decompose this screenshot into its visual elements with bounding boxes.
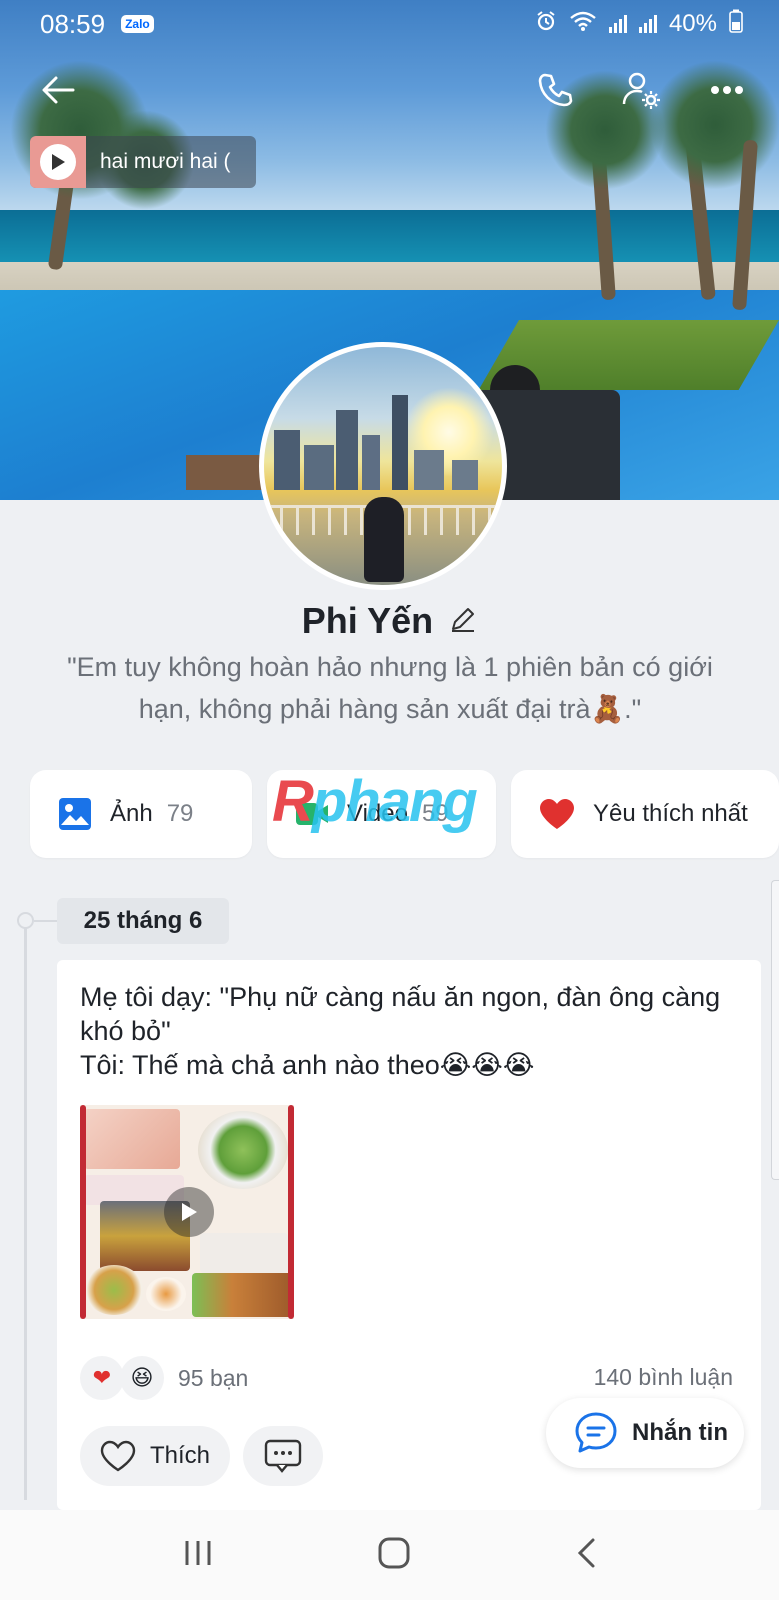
scrollbar[interactable] xyxy=(771,880,779,1180)
profile-name-row: Phi Yến xyxy=(0,600,779,642)
thumbnail-photo xyxy=(198,1111,288,1189)
recent-apps-icon xyxy=(185,1540,210,1565)
timeline-date: 25 tháng 6 xyxy=(57,898,229,944)
profile-avatar[interactable] xyxy=(259,342,507,590)
system-nav-bar xyxy=(0,1510,779,1600)
avatar-building xyxy=(274,430,300,490)
status-icons: 40% xyxy=(535,9,743,40)
comment-count[interactable]: 140 bình luận xyxy=(594,1364,733,1391)
home-icon xyxy=(378,1537,409,1568)
thumbnail-photo xyxy=(192,1273,292,1317)
play-icon xyxy=(182,1203,197,1221)
avatar-building xyxy=(336,410,358,490)
post-text: Mẹ tôi dạy: "Phụ nữ càng nấu ăn ngon, đà… xyxy=(80,980,740,1082)
post-video-thumbnail[interactable] xyxy=(80,1105,294,1319)
video-play-button[interactable] xyxy=(164,1187,214,1237)
thumbnail-border xyxy=(80,1105,86,1319)
edit-name-button[interactable] xyxy=(449,605,477,638)
thumbnail-photo xyxy=(84,1265,144,1315)
cover-sea xyxy=(0,210,779,270)
signal-icon xyxy=(608,15,627,33)
avatar-building xyxy=(414,450,444,490)
avatar-building xyxy=(392,395,408,490)
send-message-button[interactable]: Nhắn tin xyxy=(546,1398,744,1468)
signal-icon xyxy=(638,15,657,33)
back-button[interactable] xyxy=(30,62,86,118)
heart-outline-icon xyxy=(100,1440,136,1472)
photos-count: 79 xyxy=(166,800,194,827)
timeline-line xyxy=(24,920,27,1500)
music-title: hai mươi hai ( xyxy=(100,150,231,173)
videos-tile[interactable]: Video 59 xyxy=(267,770,496,858)
video-icon xyxy=(296,803,328,825)
heart-reaction-icon: ❤ xyxy=(80,1356,124,1400)
system-back-button[interactable] xyxy=(575,1537,597,1574)
more-options-button[interactable] xyxy=(699,62,755,118)
media-tiles: Ảnh 79 Video 59 Yêu thích nhất xyxy=(30,770,779,858)
thumbnail-border xyxy=(288,1105,294,1319)
thumbnail-photo xyxy=(84,1109,180,1169)
comment-button[interactable] xyxy=(243,1426,323,1486)
play-icon xyxy=(40,144,76,180)
call-button[interactable] xyxy=(527,62,583,118)
photos-tile[interactable]: Ảnh 79 xyxy=(30,770,252,858)
pencil-icon xyxy=(452,607,475,632)
chat-bubble-icon xyxy=(575,1412,617,1453)
profile-bio: "Em tuy không hoàn hảo nhưng là 1 phiên … xyxy=(67,652,713,724)
recent-apps-button[interactable] xyxy=(183,1539,213,1572)
profile-name: Phi Yến xyxy=(301,600,434,641)
alarm-icon xyxy=(535,10,557,39)
timeline-dot xyxy=(17,912,34,929)
videos-count: 59 xyxy=(421,800,449,827)
wifi-icon xyxy=(569,10,597,39)
profile-music-chip[interactable]: hai mươi hai ( xyxy=(30,136,256,188)
status-time: 08:59 xyxy=(40,8,106,39)
image-icon xyxy=(59,798,91,830)
thumbnail-photo xyxy=(146,1277,186,1311)
profile-settings-button[interactable] xyxy=(613,62,669,118)
videos-label: Video xyxy=(347,800,408,827)
heart-icon xyxy=(540,799,574,829)
send-message-label: Nhắn tin xyxy=(632,1419,728,1446)
post-text-line: Mẹ tôi dạy: "Phụ nữ càng nấu ăn ngon, đà… xyxy=(80,982,728,1046)
battery-icon xyxy=(729,9,743,40)
top-bar xyxy=(0,60,779,120)
post-reactions[interactable]: ❤ 😆 95 bạn xyxy=(80,1356,248,1400)
back-arrow-icon xyxy=(42,76,75,104)
laugh-reaction-icon: 😆 xyxy=(120,1356,164,1400)
home-button[interactable] xyxy=(378,1537,410,1574)
like-button[interactable]: Thích xyxy=(80,1426,230,1486)
avatar-person xyxy=(364,497,404,582)
post-text-line: Tôi: Thế mà chả anh nào theo😭😭😭 xyxy=(80,1050,535,1080)
more-horizontal-icon xyxy=(711,86,743,94)
avatar-building xyxy=(362,435,380,490)
thumbnail-photo xyxy=(200,1233,288,1273)
comment-icon xyxy=(264,1439,302,1473)
like-label: Thích xyxy=(150,1442,211,1469)
music-play-button[interactable] xyxy=(30,136,86,188)
avatar-building xyxy=(304,445,334,490)
user-settings-icon xyxy=(622,72,660,109)
zalo-badge-icon: Zalo xyxy=(121,15,154,33)
timeline-connector xyxy=(34,920,58,922)
cover-deck xyxy=(186,455,266,490)
phone-icon xyxy=(538,73,573,107)
battery-percent: 40% xyxy=(668,10,717,37)
status-bar: 08:59 Zalo 40% xyxy=(0,0,779,48)
favorites-label: Yêu thích nhất xyxy=(593,800,748,827)
photos-label: Ảnh xyxy=(110,800,153,827)
avatar-building xyxy=(452,460,478,490)
favorites-tile[interactable]: Yêu thích nhất xyxy=(511,770,779,858)
chevron-left-icon xyxy=(577,1538,594,1567)
reaction-count: 95 bạn xyxy=(178,1364,249,1391)
